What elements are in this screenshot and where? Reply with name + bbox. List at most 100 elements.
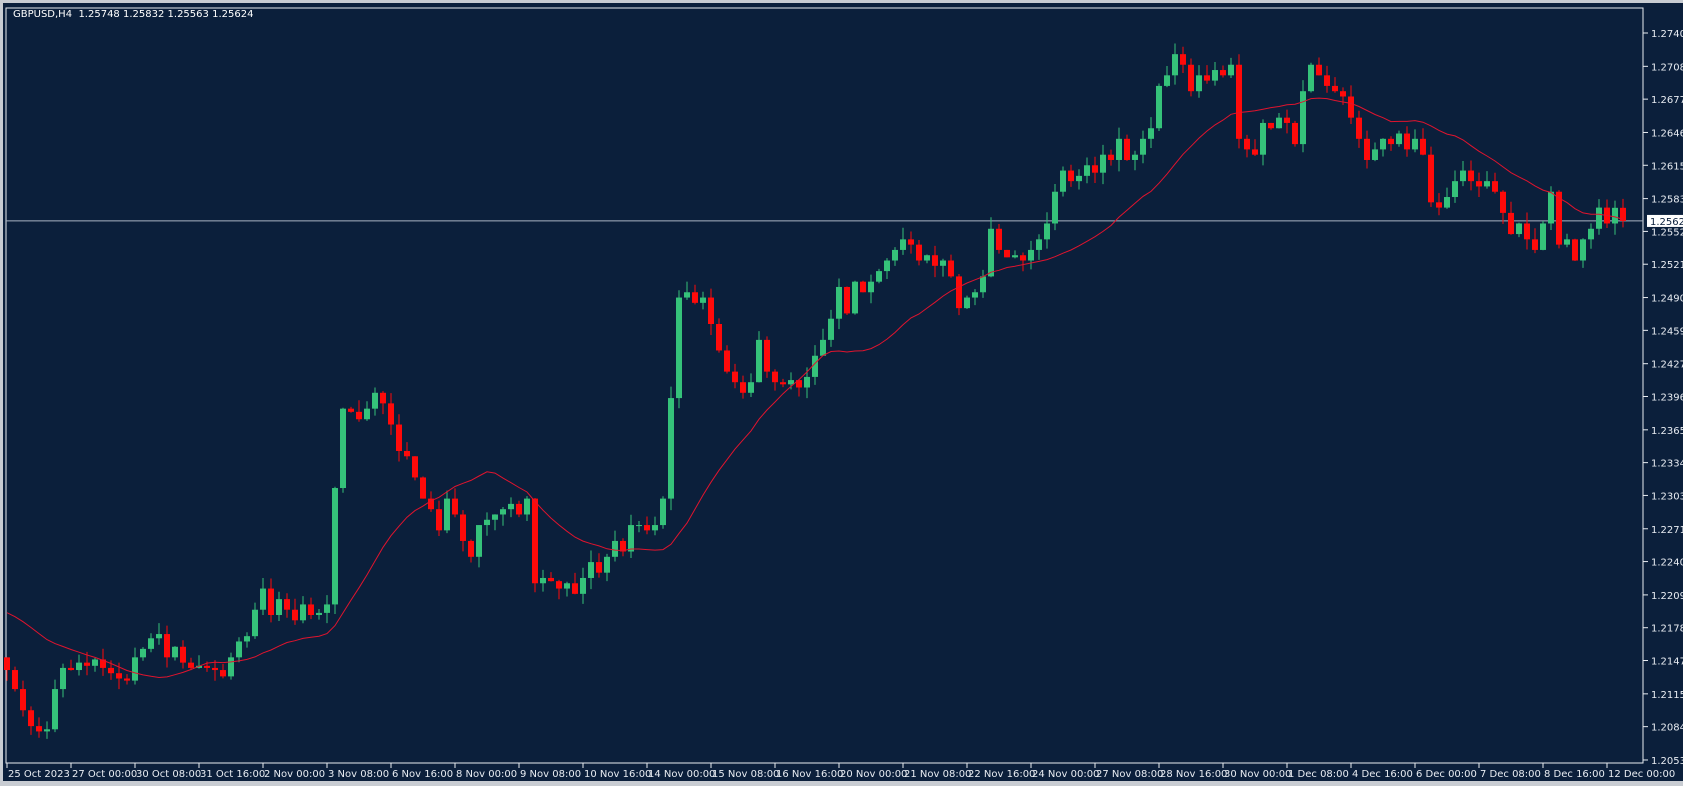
candle-body <box>44 729 50 732</box>
candle-body <box>532 498 538 584</box>
candle <box>956 273 962 316</box>
candle-body <box>636 525 642 527</box>
price-tick-label: 1.24275 <box>1651 360 1683 371</box>
time-tick-label: 4 Dec 16:00 <box>1352 769 1413 780</box>
candle <box>1572 238 1578 262</box>
candle-body <box>972 292 978 298</box>
candle-body <box>604 556 610 573</box>
candle <box>1116 127 1122 172</box>
time-axis[interactable]: 25 Oct 2023 27 Oct 00:0030 Oct 08:0031 Oc… <box>6 763 1675 780</box>
candle-body <box>1316 64 1322 76</box>
time-tick-label: 24 Nov 00:00 <box>1032 769 1099 780</box>
price-tick-label: 1.25835 <box>1651 195 1683 206</box>
candle <box>1132 150 1138 171</box>
candle-body <box>684 292 690 298</box>
candle-body <box>548 577 554 582</box>
candle <box>1148 117 1154 148</box>
candle-body <box>1420 138 1426 155</box>
candle-body <box>1124 138 1130 160</box>
candle-body <box>276 599 282 616</box>
candle-body <box>572 583 578 594</box>
candle-body <box>1524 223 1530 240</box>
candle-body <box>1276 117 1282 129</box>
candle <box>764 336 770 378</box>
candle-body <box>444 498 450 531</box>
time-tick-label: 14 Nov 00:00 <box>648 769 715 780</box>
candle-body <box>1388 138 1394 145</box>
candle <box>356 400 362 422</box>
candle <box>692 284 698 305</box>
candle-body <box>132 657 138 681</box>
candle <box>972 289 978 306</box>
candle <box>1284 109 1290 134</box>
candle-body <box>1220 70 1226 76</box>
candle-body <box>676 297 682 399</box>
candle-body <box>1012 255 1018 258</box>
candle <box>1236 54 1242 149</box>
time-tick-label: 30 Nov 00:00 <box>1224 769 1291 780</box>
candle-body <box>412 456 418 478</box>
candle <box>1124 134 1130 161</box>
candle <box>1460 160 1466 187</box>
candle <box>828 309 834 347</box>
candle <box>1412 129 1418 153</box>
candle <box>164 625 170 668</box>
candle-body <box>516 503 522 515</box>
candle-body <box>1076 175 1082 182</box>
candle <box>644 516 650 535</box>
candle <box>404 442 410 460</box>
candle <box>1468 160 1474 191</box>
price-axis[interactable]: 1.27400 1.27085 1.26775 1.26460 1.26150 1.258… <box>1643 29 1683 767</box>
candle-body <box>1284 117 1290 123</box>
candle <box>1092 156 1098 183</box>
candle-body <box>1052 191 1058 224</box>
time-tick-label: 9 Nov 08:00 <box>520 769 581 780</box>
candle-body <box>380 392 386 404</box>
candle-body <box>1260 122 1266 155</box>
candle <box>1012 250 1018 259</box>
candle-body <box>1516 223 1522 235</box>
candle-body <box>1444 197 1450 208</box>
candle-body <box>1300 91 1306 145</box>
candle <box>876 268 882 284</box>
candle <box>924 254 930 264</box>
candle-body <box>332 488 338 605</box>
candle <box>508 497 514 518</box>
candle <box>1260 119 1266 166</box>
candle <box>1372 142 1378 162</box>
candle-body <box>508 503 514 510</box>
candle-body <box>468 540 474 557</box>
candle <box>380 391 386 415</box>
candle <box>180 640 186 669</box>
candle-body <box>1596 207 1602 229</box>
price-tick-label: 1.21155 <box>1651 690 1683 701</box>
candle <box>132 647 138 685</box>
candle <box>1252 139 1258 157</box>
candle <box>1564 233 1570 248</box>
candle <box>52 679 58 733</box>
chart-window[interactable]: 1.27400 1.27085 1.26775 1.26460 1.26150 1.258… <box>3 3 1683 781</box>
candle <box>668 386 674 511</box>
candle-body <box>588 562 594 578</box>
candle <box>1108 149 1114 166</box>
candle-body <box>372 392 378 409</box>
bar-high: 1.25832 <box>122 9 165 20</box>
candle <box>220 664 226 679</box>
candle <box>1044 212 1050 249</box>
candle <box>1524 212 1530 250</box>
candle <box>460 510 466 552</box>
candle-body <box>188 662 194 668</box>
candle <box>1540 221 1546 251</box>
candle-body <box>484 519 490 526</box>
candle-body <box>988 228 994 277</box>
candle-body <box>1500 191 1506 213</box>
candle-body <box>1564 239 1570 245</box>
candle-body <box>956 276 962 309</box>
candle <box>700 291 706 310</box>
candle-body <box>740 382 746 393</box>
price-chart[interactable]: 1.27400 1.27085 1.26775 1.26460 1.26150 1.258… <box>3 3 1683 781</box>
candle-body <box>1188 64 1194 92</box>
candle-body <box>388 403 394 425</box>
candle <box>20 680 26 717</box>
time-tick-label: 3 Nov 08:00 <box>328 769 389 780</box>
